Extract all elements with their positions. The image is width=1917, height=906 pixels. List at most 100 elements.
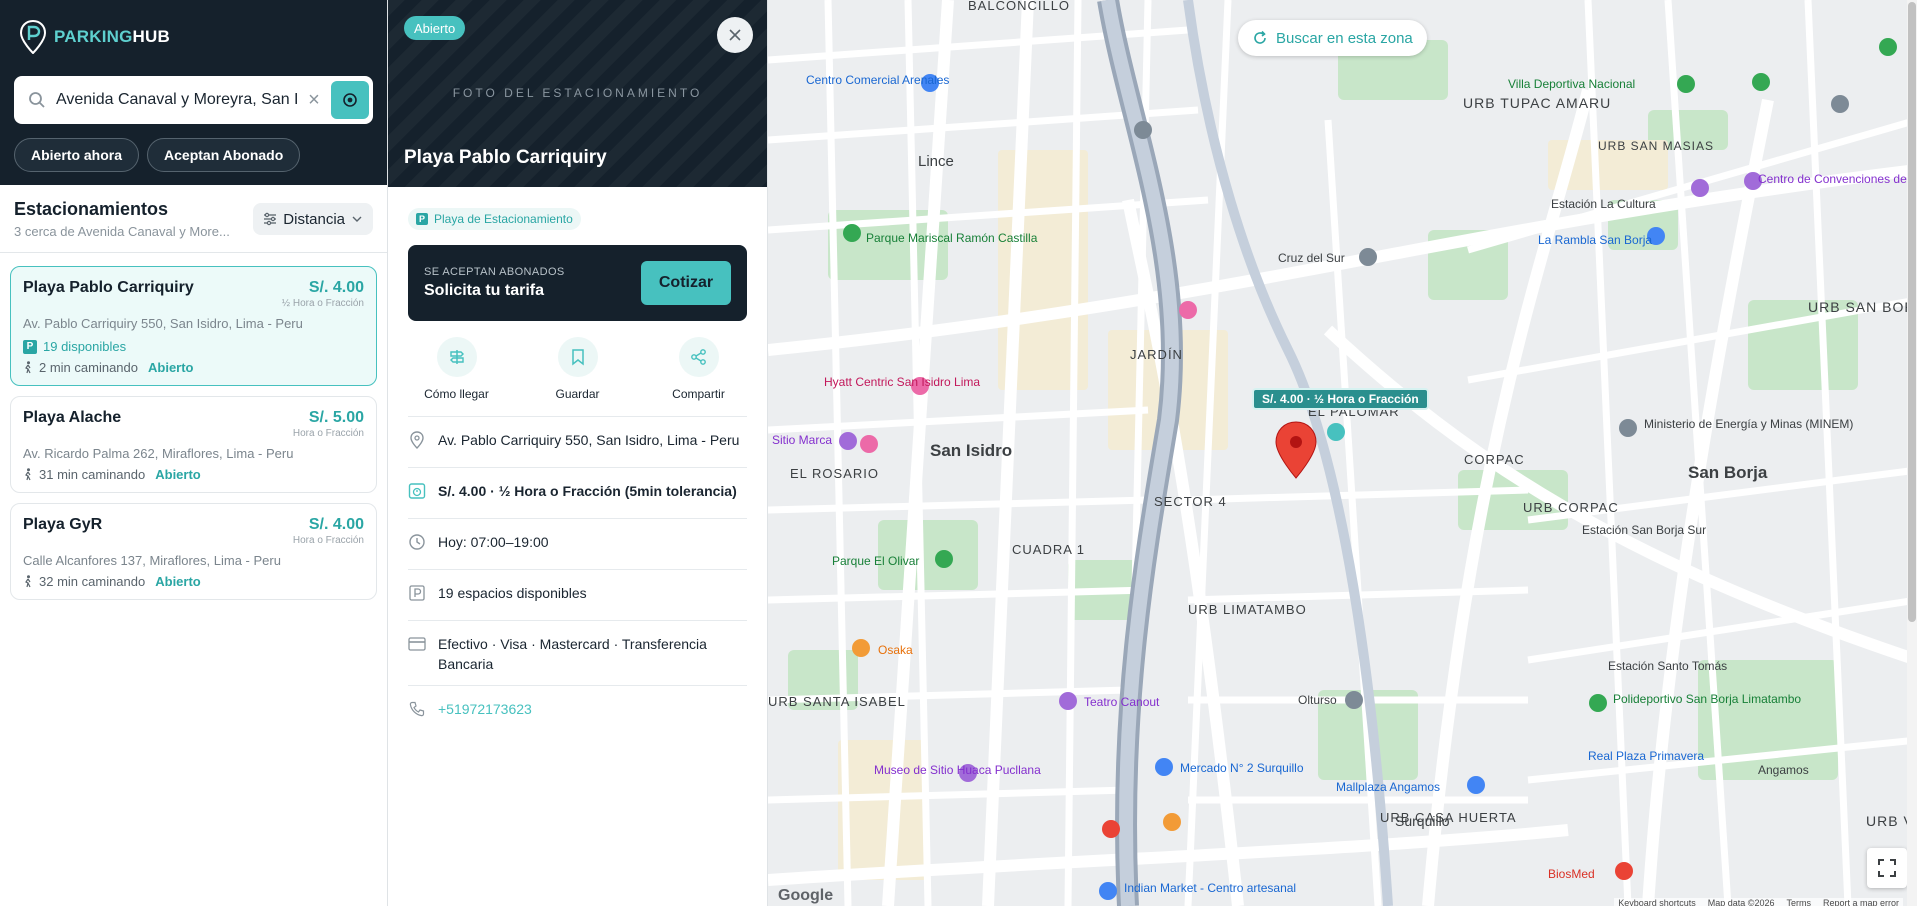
walking-icon (25, 575, 31, 588)
info-payments: Efectivo · Visa · Mastercard · Transfere… (408, 621, 747, 686)
refresh-icon (1254, 30, 1266, 44)
walking-icon (25, 468, 31, 481)
list-header: Estacionamientos 3 cerca de Avenida Cana… (0, 185, 387, 239)
chevron-down-icon (352, 216, 362, 222)
terms-link[interactable]: Terms (1786, 898, 1811, 906)
map-label-poi: BiosMed (1548, 867, 1595, 881)
detail-hours: Hoy: 07:00–19:00 (438, 534, 549, 550)
map-price-bubble[interactable]: S/. 4.00 · ½ Hora o Fracción (1252, 388, 1429, 410)
quote-banner: SE ACEPTAN ABONADOS Solicita tu tarifa C… (408, 245, 747, 321)
parking-address: Calle Alcanfores 137, Miraflores, Lima -… (23, 553, 281, 568)
map-label-neighborhood: BALCONCILLO (968, 0, 1070, 13)
save-button[interactable]: Guardar (523, 337, 633, 401)
parking-price-unit: Hora o Fracción (292, 428, 364, 439)
search-box: × (14, 76, 373, 124)
map-label-neighborhood: CORPAC (1464, 452, 1525, 467)
scrollbar[interactable] (1907, 0, 1917, 906)
search-input[interactable] (56, 91, 297, 109)
filter-subscription[interactable]: Aceptan Abonado (147, 138, 301, 172)
detail-spaces: 19 espacios disponibles (438, 585, 587, 601)
directions-label: Cómo llegar (424, 387, 489, 401)
info-address: Av. Pablo Carriquiry 550, San Isidro, Li… (408, 417, 747, 468)
map-canvas[interactable]: San Isidro San Borja Lince JARDÍN SECTOR… (768, 0, 1917, 906)
keyboard-shortcuts-link[interactable]: Keyboard shortcuts (1618, 898, 1696, 906)
map-label-poi: Sitio Marca (772, 433, 832, 447)
map-label-poi: Centro Comercial Arenales (806, 73, 949, 87)
parking-square-icon (409, 585, 425, 601)
quote-heading: Solicita tu tarifa (424, 282, 545, 299)
map-label-neighborhood: SECTOR 4 (1154, 494, 1227, 509)
status-badge: Abierto (404, 16, 466, 40)
parking-walk-time: 32 min caminando (39, 574, 146, 589)
share-button[interactable]: Compartir (644, 337, 754, 401)
map-label-poi: Osaka (878, 643, 913, 657)
locate-button[interactable] (331, 81, 369, 119)
map-pin-icon (410, 431, 424, 449)
map-label-neighborhood: CUADRA 1 (1012, 542, 1085, 557)
parking-status: Abierto (155, 574, 201, 589)
close-icon (729, 29, 741, 41)
parking-type: Playa de Estacionamiento (434, 212, 573, 226)
detail-phone-link[interactable]: +51972173623 (438, 699, 532, 719)
search-header: PARKINGHUB × Abierto ahora Aceptan Abona… (0, 0, 387, 185)
detail-rate: S/. 4.00 · ½ Hora o Fracción (5min toler… (438, 483, 737, 499)
parking-card-alache[interactable]: Playa Alache S/. 5.00 Hora o Fracción Av… (10, 396, 377, 493)
parking-address: Av. Pablo Carriquiry 550, San Isidro, Li… (23, 316, 303, 331)
parking-p-icon: P (23, 339, 37, 354)
parking-card-pablo-carriquiry[interactable]: Playa Pablo Carriquiry S/. 4.00 ½ Hora o… (10, 266, 377, 386)
selected-parking-marker[interactable] (1275, 421, 1317, 479)
map-label-poi: Cruz del Sur (1278, 251, 1345, 265)
parking-price: S/. 4.00 (308, 516, 364, 533)
map-label-neighborhood: JARDÍN (1130, 347, 1183, 362)
map-label-poi: Mercado N° 2 Surquillo (1180, 761, 1304, 775)
info-rate: S/. 4.00 · ½ Hora o Fracción (5min toler… (408, 468, 747, 519)
map-label-poi: Ministerio de Energía y Minas (MINEM) (1644, 417, 1853, 431)
close-button[interactable] (717, 17, 753, 53)
sort-label: Distancia (283, 210, 345, 228)
map-label-poi: Parque Mariscal Ramón Castilla (866, 231, 1038, 245)
map-label-poi: Olturso (1298, 693, 1337, 707)
sort-button[interactable]: Distancia (253, 203, 373, 235)
parking-walk-time: 31 min caminando (39, 467, 146, 482)
share-icon (690, 349, 706, 365)
parking-logo-icon (20, 20, 46, 54)
list-title: Estacionamientos (14, 199, 169, 219)
map-label-poi: Centro de Convenciones de Lima (1758, 172, 1917, 186)
credit-card-icon (408, 637, 426, 651)
map-label-poi: Estación Santo Tomás (1608, 659, 1727, 673)
search-this-area-button[interactable]: Buscar en esta zona (1238, 20, 1427, 56)
map-label-poi: Polideportivo San Borja Limatambo (1613, 692, 1801, 706)
fullscreen-button[interactable] (1867, 848, 1907, 888)
list-subtitle: 3 cerca de Avenida Canaval y More... (14, 224, 230, 239)
parking-price-unit: Hora o Fracción (292, 535, 364, 546)
clear-icon[interactable]: × (303, 89, 325, 111)
detail-payments: Efectivo · Visa · Mastercard · Transfere… (438, 636, 707, 672)
photo-label: FOTO DEL ESTACIONAMIENTO (452, 86, 703, 100)
info-hours: Hoy: 07:00–19:00 (408, 519, 747, 570)
quote-button[interactable]: Cotizar (641, 261, 731, 305)
detail-info-list: Av. Pablo Carriquiry 550, San Isidro, Li… (408, 416, 747, 737)
filter-open-now[interactable]: Abierto ahora (14, 138, 140, 172)
parking-card-gyr[interactable]: Playa GyR S/. 4.00 Hora o Fracción Calle… (10, 503, 377, 600)
signpost-icon (449, 350, 464, 364)
parking-price-unit: ½ Hora o Fracción (281, 298, 364, 309)
google-logo: Google (778, 887, 834, 904)
report-error-link[interactable]: Report a map error (1823, 898, 1899, 906)
brand-part-2: HUB (132, 27, 170, 46)
parking-p-icon: P (416, 213, 428, 225)
parking-status: Abierto (148, 360, 194, 375)
map-label-neighborhood: URB SAN BOR (1808, 299, 1915, 315)
brand[interactable]: PARKINGHUB (14, 18, 373, 56)
map[interactable]: San Isidro San Borja Lince JARDÍN SECTOR… (768, 0, 1917, 906)
scrollbar-thumb[interactable] (1908, 2, 1916, 622)
detail-address: Av. Pablo Carriquiry 550, San Isidro, Li… (438, 432, 740, 448)
fullscreen-icon (1878, 859, 1896, 877)
info-spaces: 19 espacios disponibles (408, 570, 747, 621)
parking-name: Playa Pablo Carriquiry (23, 279, 194, 296)
directions-button[interactable]: Cómo llegar (402, 337, 512, 401)
map-label-neighborhood: EL ROSARIO (790, 466, 879, 481)
detail-title: Playa Pablo Carriquiry (404, 147, 607, 168)
crosshair-icon (343, 93, 357, 107)
map-label-poi: La Rambla San Borja (1538, 233, 1652, 247)
parking-walk-time: 2 min caminando (39, 360, 138, 375)
